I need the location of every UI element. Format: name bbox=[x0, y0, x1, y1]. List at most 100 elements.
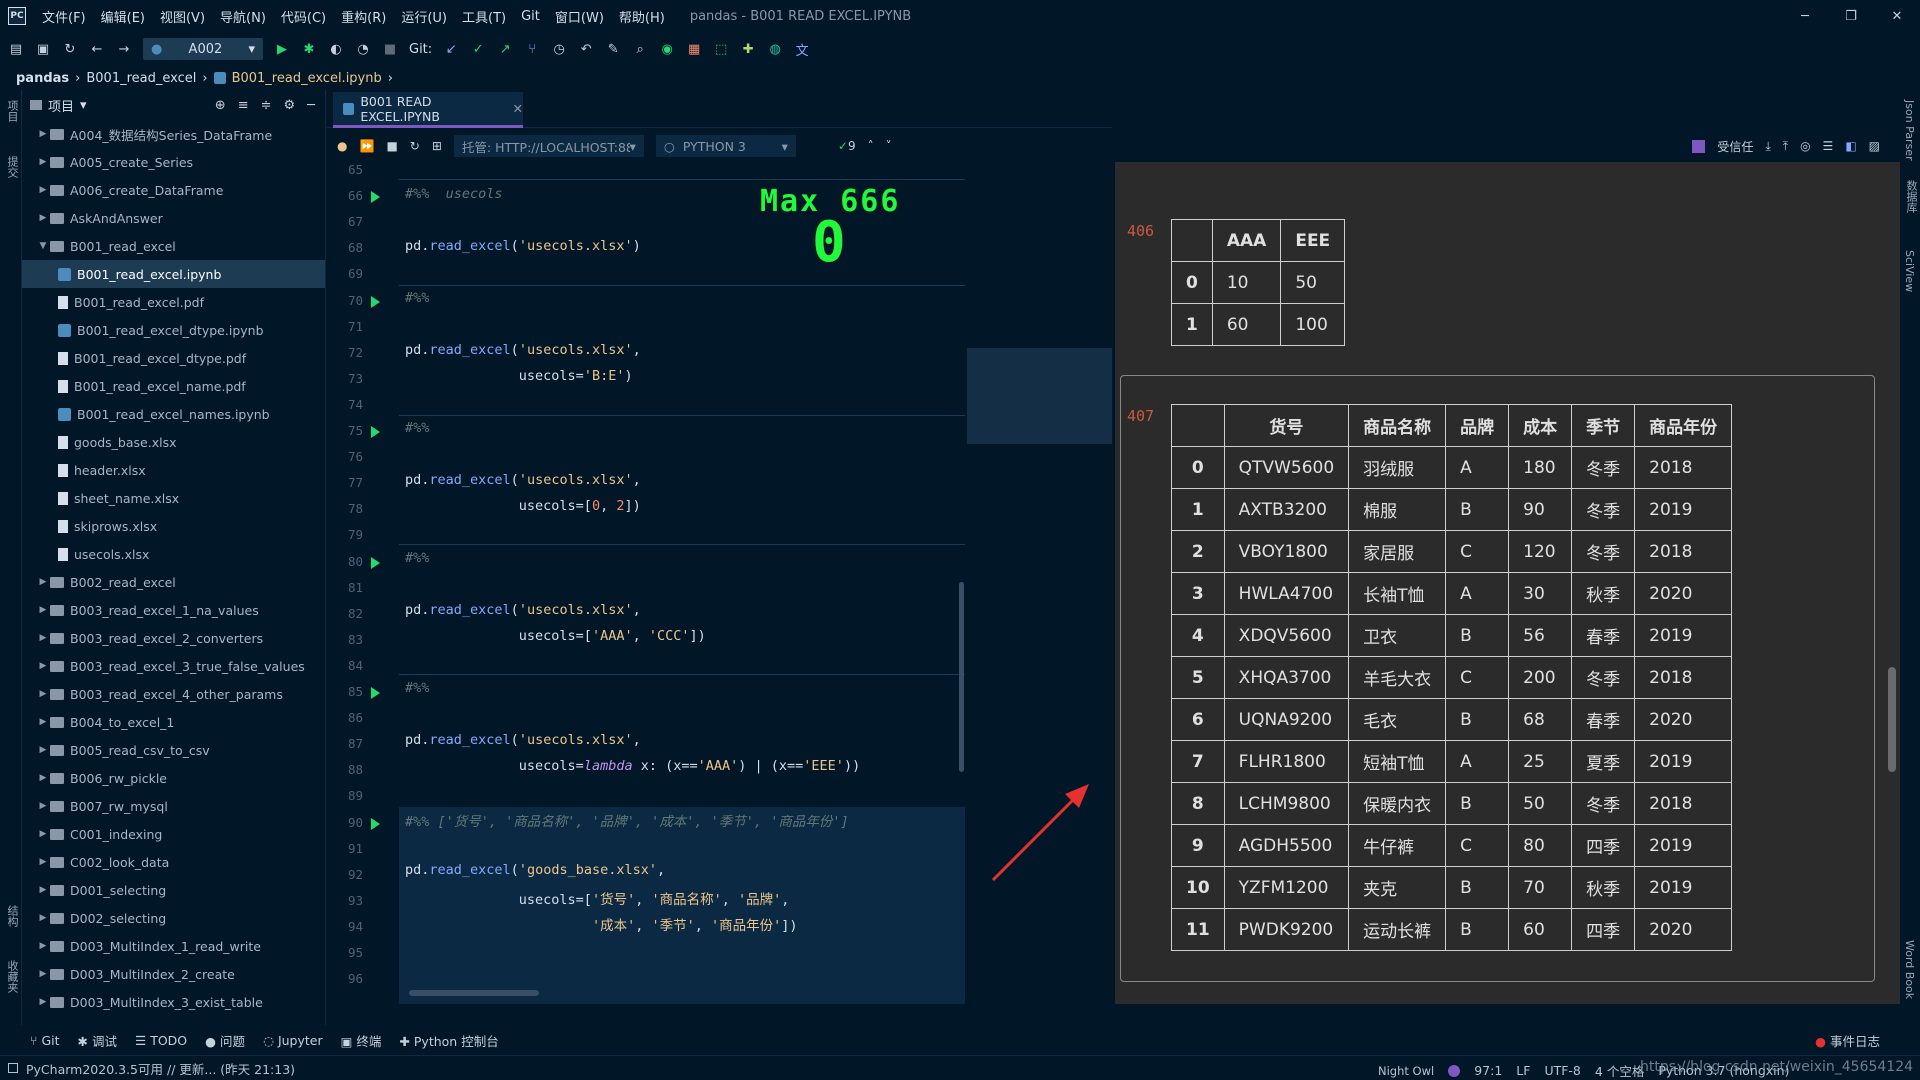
tree-folder[interactable]: ▶ A006_create_DataFrame bbox=[22, 176, 325, 204]
kernel-url-select[interactable]: 托管: HTTP://LOCALHOST:8888 ▾ bbox=[453, 135, 644, 157]
run-cell-icon[interactable] bbox=[371, 295, 380, 308]
menu-window[interactable]: 窗口(W) bbox=[555, 7, 604, 26]
menu-git[interactable]: Git bbox=[521, 9, 540, 24]
tree-file[interactable]: B001_read_excel.pdf bbox=[22, 288, 325, 316]
tab-b001-read-excel[interactable]: B001 READ EXCEL.IPYNB ✕ bbox=[333, 92, 523, 128]
tree-file[interactable]: B001_read_excel_dtype.pdf bbox=[22, 344, 325, 372]
hide-icon[interactable]: ─ bbox=[307, 98, 315, 113]
git-push-icon[interactable]: ↗ bbox=[497, 41, 513, 57]
trusted-checkbox[interactable] bbox=[1692, 139, 1706, 153]
chevron-right-icon[interactable]: ▶ bbox=[36, 997, 50, 1007]
run-cell-icon[interactable] bbox=[371, 556, 380, 569]
tree-folder[interactable]: ▶ B002_read_excel bbox=[22, 568, 325, 596]
breadcrumb-file[interactable]: B001_read_excel.ipynb bbox=[232, 71, 382, 86]
chevron-down-icon[interactable]: ˅ bbox=[886, 139, 892, 153]
tree-file[interactable]: B001_read_excel.ipynb bbox=[22, 260, 325, 288]
cursor-position[interactable]: 97:1 bbox=[1474, 1063, 1502, 1078]
project-tool-tab[interactable]: 项目 bbox=[4, 100, 20, 122]
tree-folder[interactable]: ▶ D003_MultiIndex_2_create bbox=[22, 960, 325, 988]
sync-icon[interactable]: ↻ bbox=[62, 41, 78, 57]
debug-icon[interactable]: ✱ bbox=[301, 41, 317, 57]
tool-todo[interactable]: ☰ TODO bbox=[135, 1033, 187, 1048]
menu-edit[interactable]: 编辑(E) bbox=[101, 7, 145, 26]
menu-tools[interactable]: 工具(T) bbox=[462, 7, 506, 26]
stop-icon[interactable]: ■ bbox=[382, 41, 398, 57]
move-up-icon[interactable]: ⤒ bbox=[1783, 139, 1788, 154]
chevron-right-icon[interactable]: ▶ bbox=[36, 157, 50, 167]
kernel-select[interactable]: ○ PYTHON 3 ▾ bbox=[655, 135, 796, 157]
favorites-tool-tab[interactable]: 收藏夹 bbox=[4, 960, 20, 993]
run-cell-icon[interactable] bbox=[371, 687, 380, 699]
project-panel-title[interactable]: 项目 bbox=[48, 96, 74, 115]
chevron-right-icon[interactable]: ▶ bbox=[36, 913, 50, 923]
menu-refactor[interactable]: 重构(R) bbox=[341, 7, 386, 26]
chevron-right-icon[interactable]: ▶ bbox=[36, 969, 50, 979]
preview-only-icon[interactable]: ▨ bbox=[1869, 139, 1880, 153]
tree-folder[interactable]: ▶ AskAndAnswer bbox=[22, 204, 325, 232]
locate-icon[interactable]: ⊕ bbox=[215, 98, 226, 113]
line-separator[interactable]: LF bbox=[1516, 1063, 1530, 1078]
tree-folder[interactable]: ▶ A005_create_Series bbox=[22, 148, 325, 176]
chevron-right-icon[interactable]: ▶ bbox=[36, 885, 50, 895]
event-log[interactable]: ● 事件日志 bbox=[1815, 1031, 1920, 1050]
indent-setting[interactable]: 4 个空格 bbox=[1595, 1061, 1644, 1080]
tree-file[interactable]: goods_base.xlsx bbox=[22, 428, 325, 456]
chevron-right-icon[interactable]: ▶ bbox=[36, 829, 50, 839]
word-book-tab[interactable]: Word Book bbox=[1903, 940, 1916, 999]
inspection-widget[interactable]: ✓9 bbox=[838, 139, 856, 153]
profile-icon[interactable]: ◔ bbox=[355, 41, 371, 57]
run-cell-icon[interactable] bbox=[371, 191, 380, 204]
translate-icon[interactable]: 文 bbox=[794, 41, 810, 59]
plugin-icon[interactable]: ✚ bbox=[740, 41, 756, 57]
run-cell-icon[interactable] bbox=[371, 817, 380, 830]
chevron-right-icon[interactable]: ▶ bbox=[36, 605, 50, 615]
chevron-right-icon[interactable]: ▶ bbox=[36, 577, 50, 587]
git-branch-icon[interactable]: ⑂ bbox=[524, 41, 540, 57]
settings-wrench-icon[interactable]: ✎ bbox=[605, 41, 621, 57]
close-icon[interactable]: ✕ bbox=[1874, 9, 1920, 24]
run-all-icon[interactable]: ⏩ bbox=[359, 139, 374, 153]
restart-kernel-icon[interactable]: ↻ bbox=[410, 139, 420, 153]
json-parser-tab[interactable]: Json Parser bbox=[1903, 100, 1916, 161]
tree-file[interactable]: B001_read_excel_dtype.ipynb bbox=[22, 316, 325, 344]
tree-folder[interactable]: ▶ C002_look_data bbox=[22, 848, 325, 876]
chevron-right-icon[interactable]: ▶ bbox=[36, 633, 50, 643]
rollback-icon[interactable]: ↶ bbox=[578, 41, 594, 57]
tree-folder[interactable]: ▶ A004_数据结构Series_DataFrame bbox=[22, 120, 325, 148]
tree-folder[interactable]: ▶ B006_rw_pickle bbox=[22, 764, 325, 792]
breadcrumb-folder[interactable]: B001_read_excel bbox=[86, 71, 196, 86]
git-commit-icon[interactable]: ✓ bbox=[470, 41, 486, 57]
coverage-icon[interactable]: ◐ bbox=[328, 41, 344, 57]
theme-label[interactable]: Night Owl bbox=[1378, 1064, 1434, 1078]
chevron-right-icon[interactable]: ▶ bbox=[36, 773, 50, 783]
structure-icon[interactable]: ▦ bbox=[686, 41, 702, 57]
tree-folder[interactable]: ▶ D003_MultiIndex_3_exist_table bbox=[22, 988, 325, 1016]
chevron-right-icon[interactable]: ▶ bbox=[36, 185, 50, 195]
collapse-all-icon[interactable]: ≑ bbox=[261, 98, 272, 113]
chevron-right-icon[interactable]: ▶ bbox=[36, 213, 50, 223]
tree-folder[interactable]: ▶ D001_selecting bbox=[22, 876, 325, 904]
tree-folder[interactable]: ▶ B003_read_excel_3_true_false_values bbox=[22, 652, 325, 680]
chevron-right-icon[interactable]: ▶ bbox=[36, 941, 50, 951]
chevron-right-icon[interactable]: ▶ bbox=[36, 661, 50, 671]
sciview-tab[interactable]: SciView bbox=[1903, 250, 1916, 292]
output-scrollbar[interactable] bbox=[1888, 667, 1896, 772]
move-down-icon[interactable]: ⤓ bbox=[1765, 139, 1770, 154]
tool-python-console[interactable]: ✚ Python 控制台 bbox=[399, 1031, 498, 1050]
menu-code[interactable]: 代码(C) bbox=[281, 7, 326, 26]
tree-file[interactable]: sheet_name.xlsx bbox=[22, 484, 325, 512]
tool-problems[interactable]: ● 问题 bbox=[205, 1031, 245, 1050]
run-config-select[interactable]: ● A002 ▾ bbox=[143, 38, 263, 60]
run-cell-icon[interactable] bbox=[371, 426, 380, 438]
tree-folder[interactable]: ▼ B001_read_excel bbox=[22, 232, 325, 260]
minimap-viewport[interactable] bbox=[967, 348, 1112, 444]
menu-view[interactable]: 视图(V) bbox=[160, 7, 205, 26]
breadcrumb-project[interactable]: pandas bbox=[16, 71, 69, 86]
interrupt-kernel-icon[interactable]: ■ bbox=[386, 139, 397, 153]
forward-icon[interactable]: → bbox=[116, 41, 132, 57]
tree-folder[interactable]: ▶ B007_rw_mysql bbox=[22, 792, 325, 820]
tree-file[interactable]: usecols.xlsx bbox=[22, 540, 325, 568]
tree-folder[interactable]: ▶ B004_to_excel_1 bbox=[22, 708, 325, 736]
variables-icon[interactable]: ⊞ bbox=[432, 139, 442, 153]
tool-debug[interactable]: ✱ 调试 bbox=[78, 1031, 117, 1050]
